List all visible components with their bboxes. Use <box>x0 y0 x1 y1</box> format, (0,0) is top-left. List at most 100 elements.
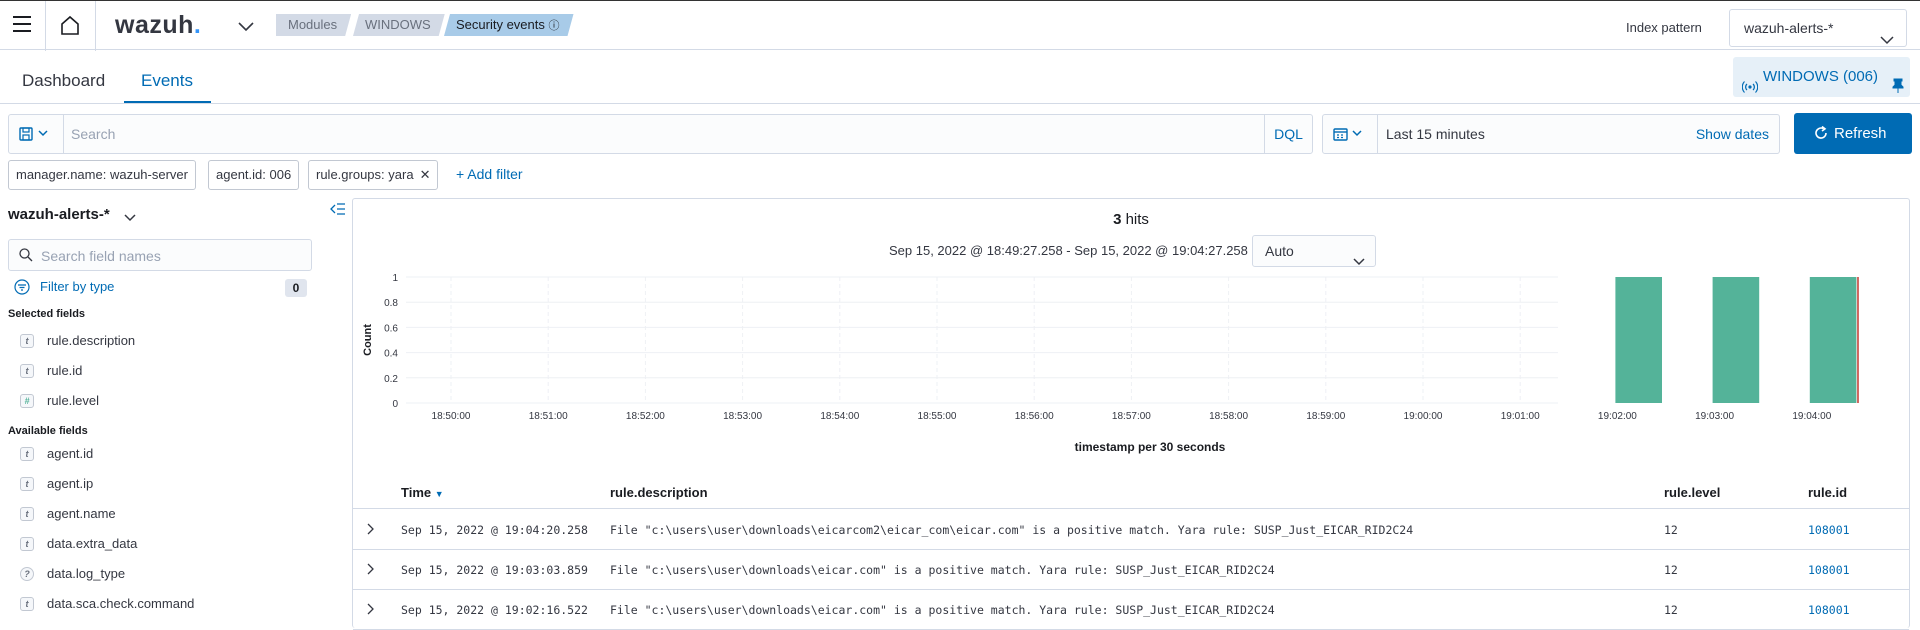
divider <box>45 1 46 51</box>
add-filter-button[interactable]: + Add filter <box>456 166 523 182</box>
filter-count-badge: 0 <box>285 279 307 297</box>
unknown-type-icon: ? <box>20 567 34 581</box>
cell-description: File "c:\users\user\downloads\eicar.com"… <box>610 563 1275 577</box>
results-panel: 3 hits Sep 15, 2022 @ 18:49:27.258 - Sep… <box>352 198 1910 630</box>
cell-time: Sep 15, 2022 @ 19:03:03.859 <box>401 563 588 577</box>
filter-pill-agent[interactable]: agent.id: 006 <box>208 160 300 190</box>
x-tick-label: 19:02:00 <box>1598 411 1637 422</box>
table-row[interactable]: Sep 15, 2022 @ 19:04:20.258 File "c:\use… <box>353 510 1909 550</box>
filter-pill-manager[interactable]: manager.name: wazuh-server <box>8 160 196 190</box>
x-axis-label: timestamp per 30 seconds <box>1075 440 1226 454</box>
query-bar: Search DQL <box>8 114 1313 154</box>
x-tick-label: 18:53:00 <box>723 411 762 422</box>
close-icon[interactable]: ✕ <box>420 167 431 182</box>
cell-level: 12 <box>1664 523 1678 537</box>
string-type-icon: t <box>20 334 34 348</box>
cell-rule-id-link[interactable]: 108001 <box>1808 523 1850 537</box>
chevron-down-icon[interactable] <box>124 209 136 225</box>
interval-select[interactable]: Auto <box>1252 235 1376 267</box>
dql-toggle[interactable]: DQL <box>1264 115 1312 153</box>
breadcrumb-modules[interactable]: Modules <box>276 14 351 36</box>
cell-time: Sep 15, 2022 @ 19:04:20.258 <box>401 523 588 537</box>
histogram-bar <box>1712 277 1760 403</box>
field-search-input[interactable]: Search field names <box>8 239 312 271</box>
field-item[interactable]: t agent.ip <box>20 476 93 494</box>
x-tick-label: 18:50:00 <box>432 411 471 422</box>
refresh-button[interactable]: Refresh <box>1794 113 1912 154</box>
wazuh-logo[interactable]: wazuh. <box>115 11 201 40</box>
home-icon[interactable] <box>59 14 81 39</box>
pin-icon[interactable] <box>1892 69 1904 109</box>
histogram-bar <box>1809 277 1857 403</box>
column-header-time[interactable]: Time ▼ <box>401 485 444 500</box>
y-axis-label: Count <box>362 324 374 356</box>
chevron-right-icon[interactable] <box>367 603 375 618</box>
module-tabs: Dashboard Events WINDOWS (006) <box>0 51 1920 104</box>
chevron-right-icon[interactable] <box>367 523 375 538</box>
tab-events[interactable]: Events <box>141 71 193 91</box>
search-input[interactable]: Search <box>71 126 115 142</box>
string-type-icon: t <box>20 447 34 461</box>
field-item[interactable]: t data.extra_data <box>20 536 137 554</box>
sort-down-icon[interactable]: ▼ <box>435 489 444 499</box>
field-item[interactable]: t rule.id <box>20 363 82 381</box>
collapse-sidebar-icon[interactable] <box>330 202 346 218</box>
online-signal-icon <box>1741 70 1759 110</box>
search-icon <box>19 248 33 262</box>
x-tick-label: 18:59:00 <box>1306 411 1345 422</box>
x-tick-label: 18:51:00 <box>529 411 568 422</box>
field-item[interactable]: t data.sca.check.command <box>20 596 194 614</box>
x-tick-label: 19:04:00 <box>1792 411 1831 422</box>
histogram-bar <box>1615 277 1662 403</box>
breadcrumb-windows[interactable]: WINDOWS <box>353 14 445 36</box>
filter-pill-rule-groups[interactable]: rule.groups: yara ✕ <box>308 160 439 190</box>
pinned-agent-button[interactable]: WINDOWS (006) <box>1733 57 1910 97</box>
filter-by-type-button[interactable]: Filter by type <box>14 279 114 295</box>
field-item[interactable]: # rule.level <box>20 393 99 411</box>
top-header: wazuh. Modules WINDOWS Security events ⓘ… <box>0 0 1920 51</box>
column-header-level[interactable]: rule.level <box>1664 485 1720 500</box>
x-tick-label: 18:58:00 <box>1209 411 1248 422</box>
filter-icon <box>14 279 30 295</box>
x-tick-label: 19:01:00 <box>1501 411 1540 422</box>
chevron-right-icon[interactable] <box>367 563 375 578</box>
cell-description: File "c:\users\user\downloads\eicar.com"… <box>610 603 1275 617</box>
y-tick-label: 0.8 <box>384 298 398 309</box>
divider <box>95 1 96 51</box>
time-range-value[interactable]: Last 15 minutes <box>1386 126 1485 142</box>
x-tick-label: 18:55:00 <box>918 411 957 422</box>
field-item[interactable]: ? data.log_type <box>20 566 125 584</box>
chevron-down-icon[interactable] <box>238 19 254 35</box>
cell-level: 12 <box>1664 563 1678 577</box>
x-tick-label: 19:00:00 <box>1404 411 1443 422</box>
column-header-id[interactable]: rule.id <box>1808 485 1847 500</box>
cell-rule-id-link[interactable]: 108001 <box>1808 563 1850 577</box>
cell-description: File "c:\users\user\downloads\eicarcom2\… <box>610 523 1414 537</box>
sidebar-index-pattern[interactable]: wazuh-alerts-* <box>8 206 110 223</box>
breadcrumb-security-events[interactable]: Security events ⓘ <box>444 14 574 36</box>
x-tick-label: 18:52:00 <box>626 411 665 422</box>
show-dates-link[interactable]: Show dates <box>1696 126 1769 142</box>
x-tick-label: 18:57:00 <box>1112 411 1151 422</box>
x-tick-label: 18:54:00 <box>820 411 859 422</box>
column-header-description[interactable]: rule.description <box>610 485 708 500</box>
saved-query-button[interactable] <box>9 115 64 153</box>
info-icon: ⓘ <box>548 20 560 32</box>
menu-icon[interactable] <box>13 16 31 32</box>
tab-dashboard[interactable]: Dashboard <box>22 71 105 91</box>
field-item[interactable]: t rule.description <box>20 333 135 351</box>
index-pattern-select[interactable]: wazuh-alerts-* <box>1729 9 1907 47</box>
hits-count: 3 hits <box>1113 211 1149 228</box>
x-tick-label: 18:56:00 <box>1015 411 1054 422</box>
quick-date-menu-button[interactable] <box>1323 115 1378 153</box>
string-type-icon: t <box>20 537 34 551</box>
active-tab-indicator <box>124 101 211 103</box>
table-row[interactable]: Sep 15, 2022 @ 19:03:03.859 File "c:\use… <box>353 550 1909 590</box>
field-item[interactable]: t agent.id <box>20 446 93 464</box>
string-type-icon: t <box>20 507 34 521</box>
table-header: Time ▼ rule.description rule.level rule.… <box>353 475 1909 509</box>
table-row[interactable]: Sep 15, 2022 @ 19:02:16.522 File "c:\use… <box>353 590 1909 630</box>
field-item[interactable]: t agent.name <box>20 506 116 524</box>
string-type-icon: t <box>20 477 34 491</box>
cell-rule-id-link[interactable]: 108001 <box>1808 603 1850 617</box>
